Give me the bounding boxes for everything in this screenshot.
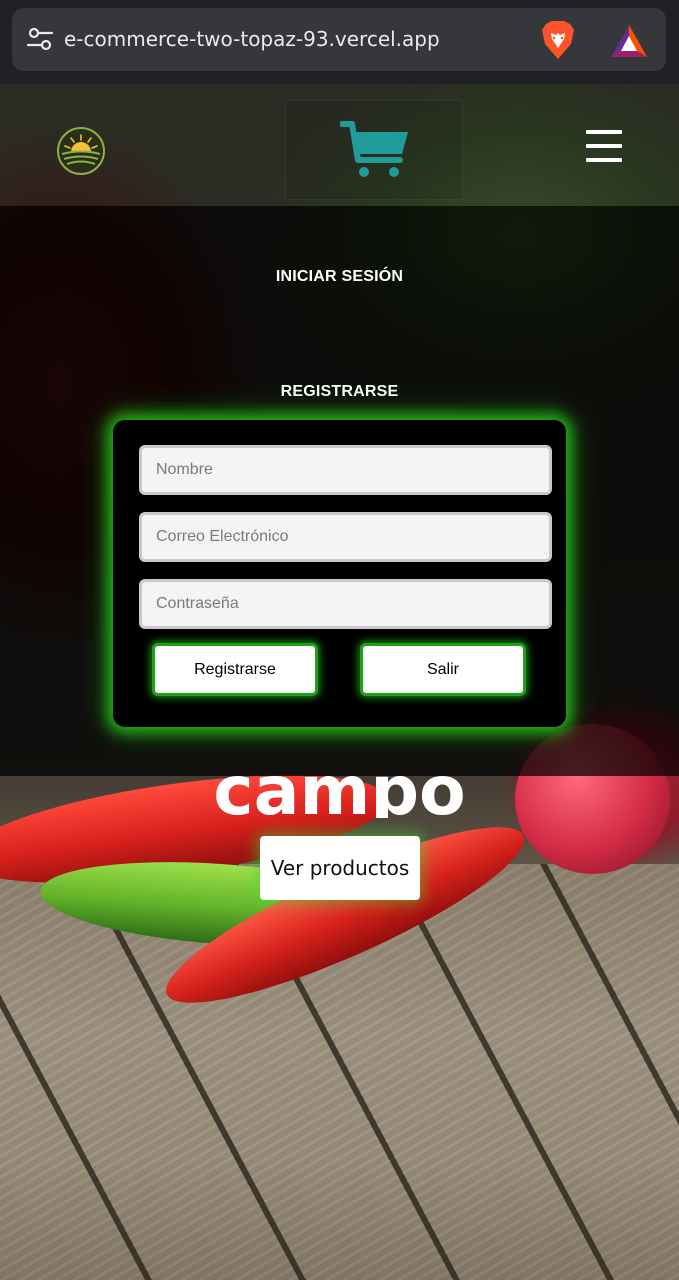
shopping-cart-icon[interactable] [340, 120, 412, 182]
brave-lion-icon[interactable] [540, 20, 576, 60]
hamburger-menu-icon[interactable] [586, 130, 628, 168]
brave-rewards-icon[interactable] [610, 24, 648, 58]
password-input[interactable] [139, 579, 552, 629]
email-input[interactable] [139, 512, 552, 562]
browser-toolbar: e-commerce-two-topaz-93.vercel.app [0, 0, 679, 84]
register-link[interactable]: REGISTRARSE [0, 383, 679, 401]
hero-heading-text: campo [213, 752, 466, 819]
hero-heading: campo [0, 752, 679, 819]
register-button[interactable]: Registrarse [152, 643, 318, 696]
tune-icon[interactable] [26, 25, 54, 53]
site-header [0, 84, 679, 206]
address-bar[interactable]: e-commerce-two-topaz-93.vercel.app [12, 8, 666, 71]
view-products-button[interactable]: Ver productos [260, 836, 420, 900]
url-text[interactable]: e-commerce-two-topaz-93.vercel.app [64, 27, 440, 51]
sun-field-logo-icon[interactable] [56, 126, 106, 176]
name-input[interactable] [139, 445, 552, 495]
exit-button[interactable]: Salir [360, 643, 526, 696]
login-link[interactable]: INICIAR SESIÓN [0, 268, 679, 286]
